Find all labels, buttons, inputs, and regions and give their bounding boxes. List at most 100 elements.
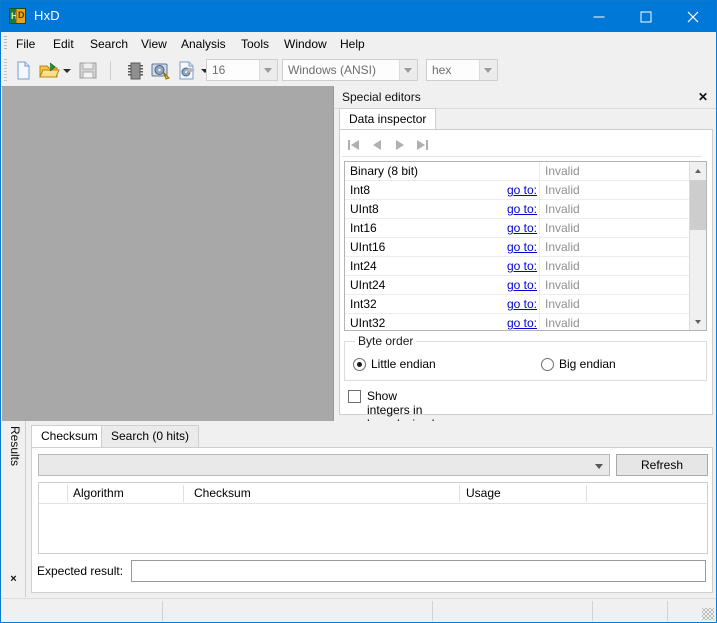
bytes-per-row-icon: ◂▸ <box>185 64 195 76</box>
data-type-label: Int8 <box>350 183 371 197</box>
data-type-label: UInt16 <box>350 240 386 254</box>
column-header-usage[interactable]: Usage <box>466 486 501 500</box>
hxd-main-window: H D HxD File Edit Search View Analysis T… <box>0 0 717 623</box>
next-record-button[interactable] <box>391 136 411 154</box>
menu-bar: File Edit Search View Analysis Tools Win… <box>1 32 716 55</box>
open-file-icon[interactable] <box>37 59 61 82</box>
previous-record-button[interactable] <box>368 136 388 154</box>
open-file-dropdown-arrow[interactable] <box>61 59 72 82</box>
data-type-label: Int32 <box>350 297 377 311</box>
menu-grip-handle[interactable] <box>4 36 7 51</box>
tab-checksum[interactable]: Checksum <box>31 425 108 447</box>
toolbar-grip-handle-1[interactable] <box>4 59 7 81</box>
radio-mark-icon <box>353 358 366 371</box>
data-value: Invalid <box>545 278 580 292</box>
table-row[interactable]: UInt32 go to: Invalid <box>345 314 690 330</box>
table-row[interactable]: Int32 go to: Invalid <box>345 295 690 314</box>
radio-label: Big endian <box>559 357 616 371</box>
open-disk-icon[interactable] <box>149 59 173 82</box>
column-header-checksum[interactable]: Checksum <box>194 486 251 500</box>
bytes-per-row-combo[interactable]: 16 <box>206 59 278 81</box>
status-bar <box>2 598 716 622</box>
close-icon[interactable]: × <box>2 573 25 589</box>
table-row[interactable]: Int16 go to: Invalid <box>345 219 690 238</box>
close-icon[interactable]: ✕ <box>694 89 712 105</box>
special-editors-title: Special editors <box>342 90 421 104</box>
resize-grip-icon[interactable] <box>702 608 714 620</box>
column-divider <box>539 295 540 314</box>
last-record-button[interactable] <box>413 136 433 154</box>
table-row[interactable]: UInt8 go to: Invalid <box>345 200 690 219</box>
expected-result-label: Expected result: <box>37 564 124 578</box>
column-header-algorithm[interactable]: Algorithm <box>73 486 124 500</box>
menu-edit[interactable]: Edit <box>48 36 79 52</box>
go-to-link[interactable]: go to: <box>485 202 537 216</box>
tab-data-inspector[interactable]: Data inspector <box>339 108 437 130</box>
table-row[interactable]: Int24 go to: Invalid <box>345 257 690 276</box>
encoding-combo[interactable]: Windows (ANSI) <box>282 59 418 81</box>
chevron-down-icon[interactable] <box>259 60 277 80</box>
checksum-listview[interactable]: Algorithm Checksum Usage <box>38 482 708 554</box>
data-inspector-scrollbar[interactable] <box>689 162 706 330</box>
scrollbar-thumb[interactable] <box>690 180 706 230</box>
menu-search[interactable]: Search <box>85 36 133 52</box>
column-divider <box>539 219 540 238</box>
data-value: Invalid <box>545 183 580 197</box>
menu-help[interactable]: Help <box>335 36 370 52</box>
menu-file[interactable]: File <box>11 36 40 52</box>
scroll-up-icon[interactable] <box>690 162 706 179</box>
menu-view[interactable]: View <box>136 36 172 52</box>
data-value: Invalid <box>545 221 580 235</box>
column-divider[interactable] <box>459 485 460 502</box>
data-value: Invalid <box>545 164 580 178</box>
results-side-strip: Results × <box>2 421 26 597</box>
menu-tools[interactable]: Tools <box>236 36 274 52</box>
offset-base-combo[interactable]: hex <box>426 59 498 81</box>
menu-analysis[interactable]: Analysis <box>176 36 231 52</box>
data-type-label: UInt24 <box>350 278 386 292</box>
maximize-button[interactable] <box>623 1 669 32</box>
column-divider[interactable] <box>586 485 587 502</box>
chevron-down-icon[interactable] <box>399 60 417 80</box>
status-divider <box>432 601 433 621</box>
table-row[interactable]: Binary (8 bit) Invalid <box>345 162 690 181</box>
results-tabstrip: Checksum Search (0 hits) <box>31 425 631 447</box>
go-to-link[interactable]: go to: <box>485 278 537 292</box>
column-divider[interactable] <box>183 485 184 502</box>
tab-search[interactable]: Search (0 hits) <box>101 425 200 447</box>
toolbar: ◂▸ 16 Windows (ANSI) hex <box>1 55 716 87</box>
go-to-link[interactable]: go to: <box>485 297 537 311</box>
column-divider <box>539 200 540 219</box>
results-panel: Results × Checksum Search (0 hits) Refre… <box>2 421 716 597</box>
table-row[interactable]: UInt16 go to: Invalid <box>345 238 690 257</box>
first-record-button[interactable] <box>346 136 366 154</box>
chevron-down-icon[interactable] <box>590 456 608 474</box>
data-type-label: Binary (8 bit) <box>350 164 419 178</box>
checkbox-icon <box>348 390 361 403</box>
scroll-down-icon[interactable] <box>690 313 706 330</box>
go-to-link[interactable]: go to: <box>485 259 537 273</box>
go-to-link[interactable]: go to: <box>485 183 537 197</box>
chevron-down-icon[interactable] <box>479 60 497 80</box>
column-divider[interactable] <box>67 485 68 502</box>
special-editors-panel: Special editors ✕ Data inspector Binary … <box>333 86 716 445</box>
table-row[interactable]: UInt24 go to: Invalid <box>345 276 690 295</box>
menu-window[interactable]: Window <box>279 36 332 52</box>
save-file-icon[interactable] <box>76 59 100 82</box>
open-ram-icon[interactable] <box>123 59 147 82</box>
new-file-icon[interactable] <box>11 59 35 82</box>
table-row[interactable]: Int8 go to: Invalid <box>345 181 690 200</box>
byte-order-options: Little endian Big endian <box>353 356 703 374</box>
byte-order-legend: Byte order <box>355 334 417 348</box>
go-to-link[interactable]: go to: <box>485 221 537 235</box>
expected-result-input[interactable] <box>131 560 706 582</box>
algorithm-combo[interactable] <box>38 454 610 476</box>
refresh-button[interactable]: Refresh <box>616 454 708 476</box>
data-inspector-grid[interactable]: Binary (8 bit) Invalid Int8 go to: Inval… <box>344 161 707 331</box>
column-divider <box>539 257 540 276</box>
go-to-link[interactable]: go to: <box>485 240 537 254</box>
minimize-button[interactable] <box>576 1 622 32</box>
close-button[interactable] <box>670 1 716 32</box>
status-divider <box>592 601 593 621</box>
go-to-link[interactable]: go to: <box>485 316 537 330</box>
